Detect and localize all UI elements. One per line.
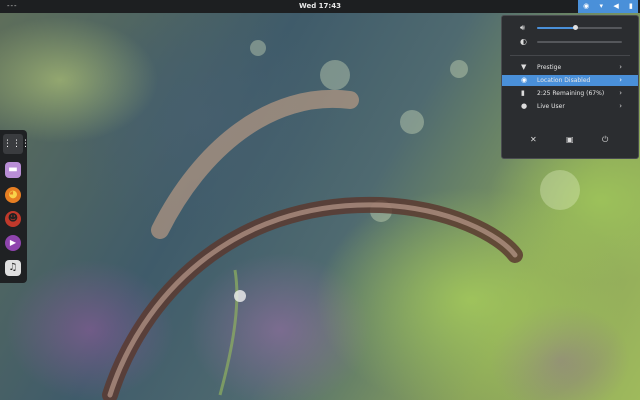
menu-item-wifi[interactable]: ▼ Prestige › — [502, 62, 638, 73]
dash-item-music[interactable]: ♫ — [5, 260, 21, 276]
folder-icon: ▬ — [8, 164, 18, 175]
system-menu: 🔊︎ ◐ ▼ Prestige › ◉ Location Disabled › … — [501, 15, 639, 159]
status-area-button[interactable]: ◉ ▾ ◀ ▮ — [578, 0, 638, 13]
brightness-slider[interactable] — [537, 41, 622, 43]
volume-slider-handle[interactable] — [573, 25, 579, 30]
chevron-right-icon: › — [619, 63, 622, 71]
dash: ⋮⋮⋮ ▬ ◕ ☻ ▶ ♫ — [0, 130, 30, 283]
menu-item-battery[interactable]: ▮ 2:25 Remaining (67%) › — [502, 88, 638, 99]
menu-item-label: Live User — [537, 103, 565, 110]
volume-slider-fill — [537, 27, 576, 29]
dash-item-files[interactable]: ▬ — [5, 162, 21, 178]
menu-item-label: Location Disabled — [537, 77, 591, 84]
dash-item-ghost[interactable]: ☻ — [5, 211, 21, 227]
power-icon[interactable]: ⏻ — [602, 136, 608, 144]
system-actions: ✕ ▣ ⏻ — [502, 136, 638, 148]
battery-icon: ▮ — [629, 2, 633, 10]
lock-icon[interactable]: ▣ — [566, 136, 574, 144]
clock[interactable]: Wed 17:43 — [0, 2, 640, 10]
dash-item-video[interactable]: ▶ — [5, 235, 21, 251]
volume-icon: ◀ — [613, 2, 619, 10]
user-icon: ● — [521, 102, 528, 110]
show-applications-button[interactable]: ⋮⋮⋮ — [3, 134, 30, 154]
play-icon: ▶ — [9, 238, 17, 247]
menu-item-label: Prestige — [537, 64, 562, 71]
music-note-icon: ♫ — [8, 262, 18, 273]
menu-item-label: 2:25 Remaining (67%) — [537, 90, 605, 97]
brightness-icon: ◐ — [520, 37, 527, 46]
chevron-right-icon: › — [619, 76, 622, 84]
battery-icon: ▮ — [521, 89, 525, 97]
menu-item-location[interactable]: ◉ Location Disabled › — [502, 75, 638, 86]
chevron-right-icon: › — [619, 102, 622, 110]
dash-item-firefox[interactable]: ◕ — [5, 187, 21, 203]
wifi-icon: ▾ — [599, 2, 604, 10]
volume-icon: 🔊︎ — [520, 23, 526, 32]
grid-icon: ⋮⋮⋮ — [3, 139, 30, 149]
firefox-icon: ◕ — [8, 189, 18, 200]
screen-icon: ◉ — [583, 2, 590, 10]
location-icon: ◉ — [521, 76, 528, 84]
chevron-right-icon: › — [619, 89, 622, 97]
ghost-icon: ☻ — [7, 213, 19, 224]
menu-item-user[interactable]: ● Live User › — [502, 101, 638, 112]
top-bar: --- Wed 17:43 ◉ ▾ ◀ ▮ — [0, 0, 640, 13]
menu-separator — [510, 55, 630, 56]
volume-slider[interactable] — [537, 25, 622, 30]
volume-row: 🔊︎ — [502, 23, 638, 33]
wifi-icon: ▼ — [521, 63, 527, 71]
brightness-row: ◐ — [502, 37, 638, 47]
settings-icon[interactable]: ✕ — [530, 136, 537, 144]
